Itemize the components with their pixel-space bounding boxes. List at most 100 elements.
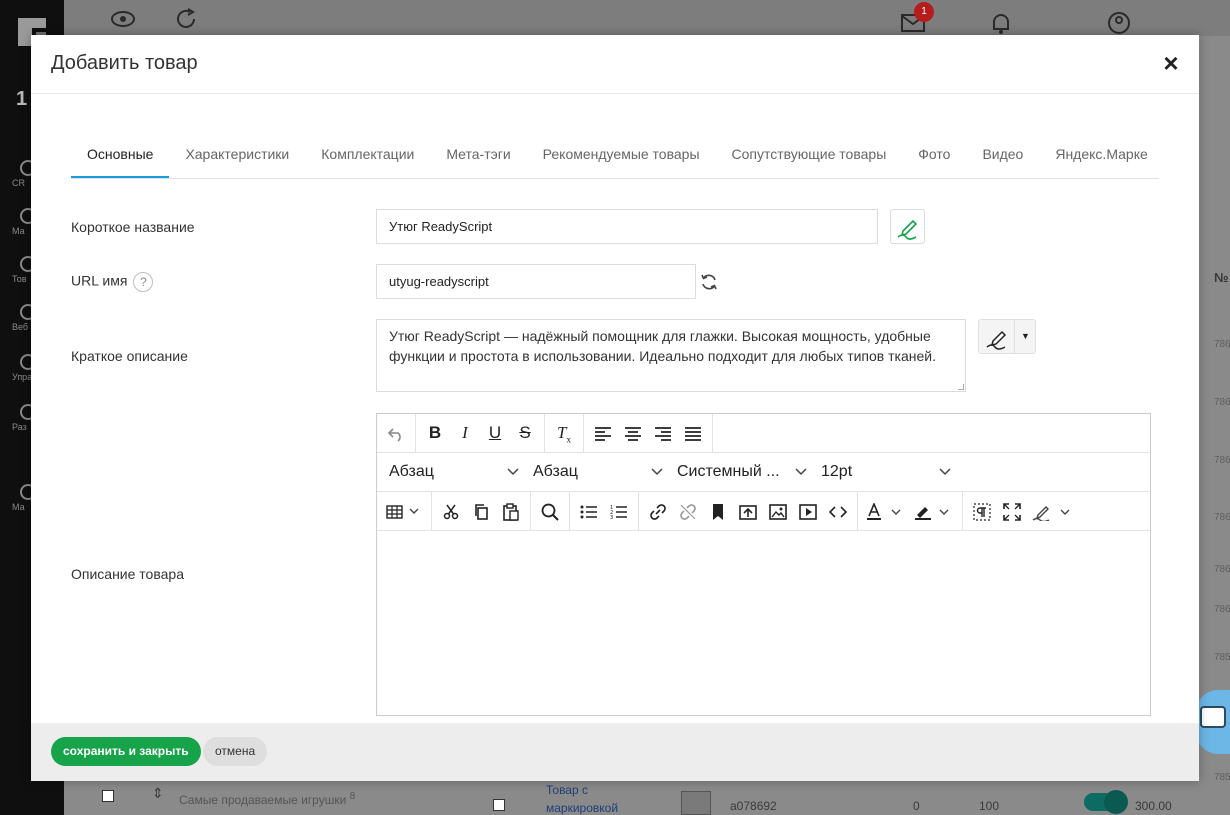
short-description-text: Утюг ReadyScript — надёжный помощник для…	[389, 328, 936, 364]
pen-sign-icon	[897, 219, 918, 240]
font-size-select[interactable]: 12pt	[821, 453, 951, 491]
url-name-input[interactable]	[376, 264, 696, 299]
save-and-close-button[interactable]: сохранить и закрыть	[51, 737, 201, 766]
app-topbar	[64, 0, 1230, 36]
modal-footer: сохранить и закрыть отмена	[31, 723, 1199, 781]
underline-button[interactable]: U	[480, 414, 510, 452]
chevron-down-icon	[795, 468, 807, 476]
align-center-icon[interactable]	[618, 414, 648, 452]
category-name: Самые продаваемые игрушки 8	[179, 791, 356, 807]
highlight-color-icon[interactable]	[910, 492, 958, 530]
public-toggle[interactable]	[1084, 790, 1128, 814]
numbered-list-icon[interactable]: 123	[604, 492, 634, 530]
table-icon[interactable]	[381, 492, 427, 530]
block-format-select[interactable]: Абзац	[389, 453, 519, 491]
table-cell: 786	[1214, 455, 1230, 466]
align-right-icon[interactable]	[648, 414, 678, 452]
table-cell: 786	[1214, 397, 1230, 408]
ai-writer-icon[interactable]	[1027, 492, 1077, 530]
image-icon[interactable]	[763, 492, 793, 530]
clear-format-button[interactable]: Tx	[549, 414, 579, 452]
row-checkbox[interactable]	[493, 799, 505, 811]
chevron-down-icon	[939, 468, 951, 476]
tab-main[interactable]: Основные	[71, 131, 170, 178]
tab-bar: Основные Характеристики Комплектации Мета-т…	[71, 131, 1159, 179]
modal-title: Добавить товар	[51, 52, 198, 74]
table-cell: 786	[1214, 564, 1230, 575]
upload-file-icon[interactable]	[733, 492, 763, 530]
add-product-modal: Добавить товар × Основные Характеристики К…	[31, 35, 1199, 781]
sort-arrows-icon[interactable]: ⇕	[152, 785, 164, 802]
short-name-input[interactable]	[376, 209, 878, 244]
paste-icon[interactable]	[496, 492, 526, 530]
svg-text:3: 3	[610, 515, 613, 520]
bold-button[interactable]: B	[420, 414, 450, 452]
show-blocks-icon[interactable]	[967, 492, 997, 530]
row-checkbox[interactable]	[102, 790, 114, 802]
fullscreen-icon[interactable]	[997, 492, 1027, 530]
resize-handle[interactable]	[958, 384, 964, 390]
tab-recommended[interactable]: Рекомендуемые товары	[527, 131, 716, 178]
search-icon[interactable]	[535, 492, 565, 530]
pen-sign-icon	[986, 330, 1007, 350]
user-account-icon[interactable]	[1106, 12, 1132, 34]
editor-content-area[interactable]	[377, 532, 1150, 715]
refresh-url-icon[interactable]	[699, 272, 719, 292]
tab-yandex-market[interactable]: Яндекс.Марке	[1039, 131, 1159, 178]
source-code-icon[interactable]	[823, 492, 853, 530]
close-icon[interactable]: ×	[1159, 49, 1183, 77]
description-label: Описание товара	[71, 566, 184, 582]
tab-offers[interactable]: Комплектации	[305, 131, 430, 178]
tab-photo[interactable]: Фото	[902, 131, 966, 178]
cancel-button[interactable]: отмена	[203, 737, 268, 766]
help-icon[interactable]: ?	[133, 272, 154, 292]
paragraph-select[interactable]: Абзац	[533, 453, 663, 491]
undo-icon[interactable]	[381, 414, 411, 452]
short-description-textarea[interactable]: Утюг ReadyScript — надёжный помощник для…	[376, 319, 966, 392]
product-link[interactable]: Товар с маркировкой	[546, 781, 626, 815]
tab-video[interactable]: Видео	[966, 131, 1039, 178]
sidebar-number: 1	[16, 88, 28, 110]
refresh-icon[interactable]	[174, 8, 200, 30]
modal-header: Добавить товар ×	[31, 35, 1199, 94]
rich-text-editor: B I U S Tx Абзац Абзац Системный ... 12pt 12…	[376, 413, 1151, 716]
tab-meta-tags[interactable]: Мета-тэги	[430, 131, 526, 178]
text-color-icon[interactable]	[862, 492, 910, 530]
table-cell: 785	[1214, 652, 1230, 663]
table-row: ⇕ Самые продаваемые игрушки 8 Товар с ма…	[64, 781, 1230, 815]
table-cell: 786	[1214, 339, 1230, 350]
chevron-down-icon	[651, 468, 663, 476]
bullet-list-icon[interactable]	[574, 492, 604, 530]
product-qty: 100	[979, 799, 1000, 813]
short-description-label: Краткое описание	[71, 348, 188, 364]
chat-icon[interactable]	[1200, 706, 1226, 728]
dropdown-caret-icon[interactable]: ▼	[1014, 320, 1036, 353]
link-icon[interactable]	[643, 492, 673, 530]
generate-short-name-button[interactable]	[890, 209, 925, 244]
chevron-down-icon	[507, 468, 519, 476]
align-left-icon[interactable]	[588, 414, 618, 452]
table-header-number: №	[1214, 270, 1229, 285]
tab-characteristics[interactable]: Характеристики	[169, 131, 305, 178]
strikethrough-button[interactable]: S	[510, 414, 540, 452]
unlink-icon[interactable]	[673, 492, 703, 530]
product-image	[681, 791, 711, 815]
url-name-label: URL имя?	[71, 272, 154, 292]
editor-toolbar-row: Абзац Абзац Системный ... 12pt	[377, 453, 1150, 492]
tab-related[interactable]: Сопутствующие товары	[716, 131, 903, 178]
copy-icon[interactable]	[466, 492, 496, 530]
align-justify-icon[interactable]	[678, 414, 708, 452]
bookmark-icon[interactable]	[703, 492, 733, 530]
product-article: а078692	[730, 799, 777, 813]
table-cell: 786	[1214, 604, 1230, 615]
notification-badge: 1	[914, 2, 934, 22]
short-name-label: Короткое название	[71, 219, 195, 235]
font-family-select[interactable]: Системный ...	[677, 453, 807, 491]
eye-icon[interactable]	[110, 8, 136, 30]
cut-icon[interactable]	[436, 492, 466, 530]
product-price: 300.00	[1135, 799, 1172, 813]
italic-button[interactable]: I	[450, 414, 480, 452]
video-icon[interactable]	[793, 492, 823, 530]
bell-icon[interactable]	[988, 12, 1014, 34]
generate-description-button[interactable]: ▼	[978, 319, 1036, 354]
